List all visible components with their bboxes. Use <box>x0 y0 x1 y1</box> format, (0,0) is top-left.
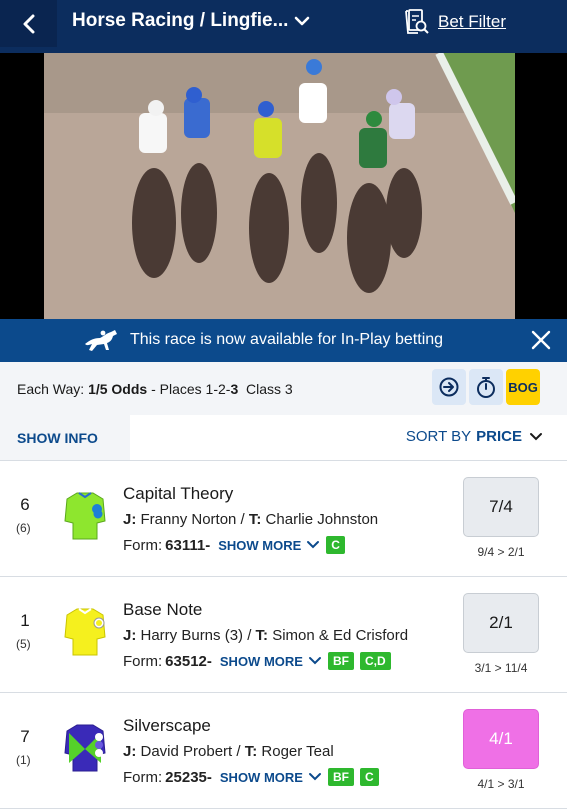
jockey-label: J: <box>123 511 137 528</box>
show-info-label: SHOW INFO <box>17 429 98 446</box>
course-badge: C <box>326 536 345 554</box>
course-badge: C <box>359 768 379 786</box>
in-play-banner: This race is now available for In-Play b… <box>0 319 567 362</box>
show-more-link[interactable]: SHOW MORE <box>220 770 322 785</box>
trainer-label: T: <box>248 511 262 528</box>
trainer-name: Simon & Ed Crisford <box>268 627 409 644</box>
chevron-down-icon <box>530 432 542 440</box>
course-distance-badge: C,D <box>359 652 391 670</box>
trainer-name: Charlie Johnston <box>261 511 379 528</box>
jockey-name: Harry Burns (3) / <box>136 627 256 644</box>
chevron-down-icon <box>308 773 321 781</box>
runner-form: Form: 63111- SHOW MORE C <box>123 536 345 554</box>
runner-name[interactable]: Silverscape <box>123 716 211 736</box>
jockey-name: David Probert / <box>136 743 245 760</box>
jockey-silk-icon <box>64 492 106 540</box>
show-more-label: SHOW MORE <box>219 653 303 669</box>
trainer-label: T: <box>244 743 258 760</box>
price-movement: 3/1 > 11/4 <box>474 661 528 675</box>
chevron-down-icon <box>295 16 310 26</box>
runner-name[interactable]: Capital Theory <box>123 484 233 504</box>
jockey-trainer: J: Franny Norton / T: Charlie Johnston <box>123 511 378 528</box>
chevron-left-icon <box>23 14 34 33</box>
price-button[interactable]: 7/4 <box>463 477 539 537</box>
form-value: 63111- <box>165 536 211 554</box>
form-label: Form: <box>123 652 163 670</box>
price-movement: 4/1 > 3/1 <box>477 777 525 791</box>
runner-draw: (1) <box>16 753 31 767</box>
form-value: 25235- <box>165 768 212 786</box>
runner-row: 7 (1) Silverscape J: David Probert / T: … <box>0 693 567 809</box>
filter-search-icon <box>405 9 429 34</box>
runner-draw: (6) <box>16 521 31 535</box>
places-text: - Places 1-2- <box>147 381 231 397</box>
in-play-tool-button[interactable] <box>432 369 466 405</box>
price-button[interactable]: 2/1 <box>463 593 539 653</box>
stopwatch-icon <box>477 377 495 398</box>
back-button[interactable] <box>0 0 57 47</box>
runner-form: Form: 63512- SHOW MORE BF C,D <box>123 652 391 670</box>
jockey-label: J: <box>123 743 137 760</box>
jockey-trainer: J: David Probert / T: Roger Teal <box>123 743 334 760</box>
jockey-name: Franny Norton / <box>136 511 249 528</box>
sort-by-dropdown[interactable]: SORT BY PRICE <box>406 428 543 445</box>
jockey-label: J: <box>123 627 137 644</box>
each-way-label: Each Way: <box>17 381 89 397</box>
close-icon[interactable] <box>528 327 554 353</box>
list-controls: SHOW INFO SORT BY PRICE <box>0 415 567 461</box>
bet-filter-label: Bet Filter <box>438 12 507 31</box>
trainer-name: Roger Teal <box>257 743 334 760</box>
race-video-frame <box>44 53 515 319</box>
bog-badge[interactable]: BOG <box>506 369 540 405</box>
jockey-trainer: J: Harry Burns (3) / T: Simon & Ed Crisf… <box>123 627 408 644</box>
race-class: Class 3 <box>238 381 293 397</box>
form-value: 63512- <box>165 652 212 670</box>
runner-number: 7 <box>20 727 30 746</box>
price-button[interactable]: 4/1 <box>463 709 539 769</box>
jockey-silk-icon <box>64 608 106 656</box>
each-way-odds: 1/5 Odds <box>88 381 148 397</box>
race-title-dropdown[interactable]: Horse Racing / Lingfie... <box>72 10 310 32</box>
price-movement: 9/4 > 2/1 <box>477 545 525 559</box>
sort-by-label: SORT BY <box>405 428 472 445</box>
bog-label: BOG <box>508 379 538 395</box>
in-play-message: This race is now available for In-Play b… <box>130 331 444 348</box>
arrow-circle-icon <box>439 377 459 397</box>
show-more-link[interactable]: SHOW MORE <box>218 538 320 553</box>
runner-row: 6 (6) Capital Theory J: Franny Norton / … <box>0 461 567 577</box>
runner-draw: (5) <box>16 637 31 651</box>
show-more-label: SHOW MORE <box>219 769 303 785</box>
show-more-link[interactable]: SHOW MORE <box>220 654 322 669</box>
each-way-terms: Each Way: 1/5 Odds - Places 1-2-3 Class … <box>17 381 293 397</box>
runner-form: Form: 25235- SHOW MORE BF C <box>123 768 379 786</box>
runner-name[interactable]: Base Note <box>123 600 202 620</box>
beaten-favourite-badge: BF <box>327 652 354 670</box>
show-more-label: SHOW MORE <box>218 537 302 553</box>
stopwatch-button[interactable] <box>469 369 503 405</box>
race-video-stream[interactable] <box>0 53 567 319</box>
form-label: Form: <box>123 768 163 786</box>
trainer-label: T: <box>255 627 269 644</box>
beaten-favourite-badge: BF <box>327 768 354 786</box>
jockey-silk-icon <box>64 724 106 772</box>
runner-number: 1 <box>20 611 30 630</box>
show-info-button[interactable]: SHOW INFO <box>0 415 130 460</box>
horse-racing-icon <box>85 330 117 351</box>
runner-number: 6 <box>20 495 30 514</box>
top-bar: Horse Racing / Lingfie... Bet Filter <box>0 0 567 53</box>
chevron-down-icon <box>307 541 320 549</box>
chevron-down-icon <box>308 657 321 665</box>
bet-filter-button[interactable]: Bet Filter <box>404 8 506 36</box>
page-title: Horse Racing / Lingfie... <box>72 10 289 31</box>
sort-by-value: PRICE <box>476 428 522 445</box>
form-label: Form: <box>123 536 163 554</box>
runner-row: 1 (5) Base Note J: Harry Burns (3) / T: … <box>0 577 567 693</box>
